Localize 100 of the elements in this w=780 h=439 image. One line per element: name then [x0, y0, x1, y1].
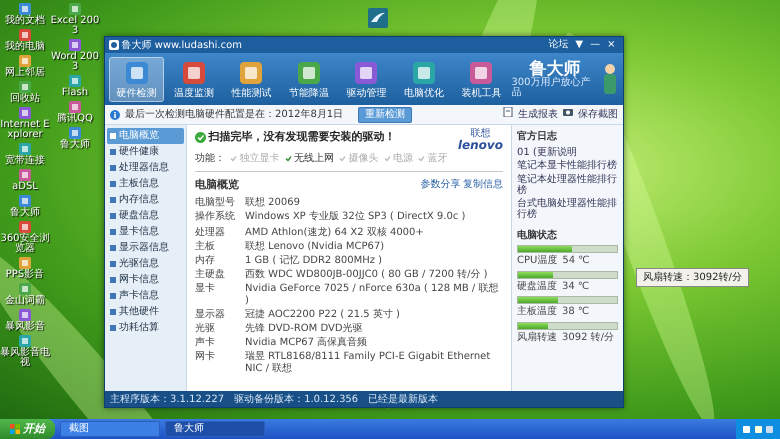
meter-reading: 38 ℃ [562, 305, 590, 319]
start-button[interactable]: 开始 [0, 419, 55, 439]
news-link[interactable]: 01 (更新说明 [517, 146, 618, 158]
feature-item: 电源 [384, 150, 413, 166]
app-icon[interactable] [68, 126, 82, 140]
feature-item: 无线上网 [284, 150, 334, 166]
icon-label[interactable]: Word 2003 [50, 52, 100, 72]
app-icon[interactable] [18, 2, 32, 16]
icon-label[interactable]: 腾讯QQ [57, 114, 93, 124]
sidebar-item[interactable]: 硬件健康 [107, 144, 184, 160]
brand-logo-text: lenovo [458, 139, 503, 151]
app-icon[interactable] [18, 106, 32, 120]
check-icon [418, 154, 425, 162]
tooltip: 风扇转速：3092转/分 [636, 268, 749, 287]
icon-label[interactable]: 回收站 [10, 94, 40, 104]
sidebar-item[interactable]: 网卡信息 [107, 272, 184, 288]
sidebar-item[interactable]: 电脑概览 [107, 128, 184, 144]
sidebar-item[interactable]: 处理器信息 [107, 160, 184, 176]
spec-label: 显示器 [195, 309, 226, 321]
app-icon[interactable] [68, 74, 82, 88]
spec-value: 西数 WDC WD800JB-00JJC0 ( 80 GB / 7200 转/分 ) [245, 269, 488, 281]
toolbar-tab[interactable]: 温度监测 [166, 58, 222, 100]
sidebar-item[interactable]: 主板信息 [107, 176, 184, 192]
icon-label[interactable]: PPS影音 [6, 270, 44, 280]
icon-label[interactable]: 360安全浏览器 [0, 234, 50, 254]
sidebar-item[interactable]: 声卡信息 [107, 288, 184, 304]
toolbar-tab[interactable]: 硬件检测 [109, 56, 164, 102]
status-text: 驱动备份版本：1.0.12.356 [234, 392, 358, 406]
toolbar-tab[interactable]: 装机工具 [454, 58, 509, 100]
toolbar-link[interactable]: 生成报表 [518, 107, 558, 122]
app-icon[interactable] [18, 28, 32, 42]
app-icon [468, 60, 494, 86]
icon-label[interactable]: 暴风影音电视 [0, 348, 50, 368]
app-icon[interactable] [18, 142, 32, 156]
icon-label[interactable]: aDSL [12, 182, 38, 192]
app-icon [296, 60, 322, 86]
app-icon [124, 60, 150, 86]
news-link[interactable]: 笔记本显卡性能排行榜 [517, 160, 618, 171]
toolbar-tab[interactable]: 节能降温 [281, 58, 336, 100]
meter-label: CPU温度 [517, 254, 558, 268]
recheck-button[interactable]: 重新检测 [358, 106, 412, 122]
toolbar-tab[interactable]: 电脑优化 [396, 58, 452, 100]
icon-label[interactable]: 网上邻居 [5, 68, 45, 78]
icon-label[interactable]: 宽带连接 [5, 156, 45, 166]
icon-label[interactable]: 我的电脑 [5, 42, 45, 52]
document-icon[interactable] [503, 107, 513, 117]
window-control-button[interactable]: — [586, 39, 604, 51]
taskbar-button[interactable]: 鲁大师 [165, 421, 265, 437]
app-icon[interactable] [68, 2, 82, 16]
feature-item: 摄像头 [339, 150, 378, 166]
meter-reading: 3092 转/分 [562, 330, 614, 344]
spec-label: 操作系统 [195, 210, 236, 222]
app-icon[interactable] [18, 194, 32, 208]
overview-link[interactable]: 参数分享 [420, 177, 460, 192]
spec-value: Nvidia MCP67 高保真音频 [245, 337, 368, 349]
app-icon[interactable] [18, 334, 32, 348]
app-icon[interactable] [68, 38, 82, 52]
app-icon [353, 60, 380, 86]
spec-value: 先锋 DVD-ROM DVD光驱 [245, 323, 363, 335]
icon-label[interactable]: Excel 2003 [50, 16, 100, 36]
check-circle-icon [195, 132, 206, 143]
sidebar-item[interactable]: 功耗估算 [107, 320, 184, 336]
tagline: 300万用户放心产品 [511, 78, 592, 98]
status-text: 已经是最新版本 [368, 392, 438, 406]
sidebar-item[interactable]: 内存信息 [107, 192, 184, 208]
icon-label[interactable]: Internet Explorer [0, 120, 50, 140]
section-title: 官方日志 [517, 129, 558, 144]
app-icon[interactable] [18, 220, 32, 234]
app-icon[interactable] [18, 80, 32, 94]
icon-label[interactable]: Flash [62, 88, 88, 98]
app-icon[interactable] [18, 256, 32, 270]
feature-item: 蓝牙 [418, 150, 448, 166]
sidebar-item[interactable]: 显示器信息 [107, 240, 184, 256]
window-control-button[interactable]: ▼ [572, 39, 587, 51]
app-icon[interactable] [18, 308, 32, 322]
app-icon[interactable] [18, 282, 32, 296]
window-control-button[interactable]: × [604, 39, 619, 51]
news-link[interactable]: 台式电脑处理器性能排行榜 [517, 198, 618, 220]
taskbar-button[interactable]: 截图 [60, 421, 160, 437]
overview-link[interactable]: 复制信息 [463, 177, 503, 192]
spec-value: 联想 Lenovo (Nvidia MCP67) [245, 241, 384, 253]
check-icon [230, 154, 237, 162]
info-text: 最后一次检测电脑硬件配置是在：2012年8月1日 [125, 108, 344, 122]
app-icon[interactable] [18, 168, 32, 182]
icon-label[interactable]: 我的文档 [5, 16, 45, 26]
toolbar-link[interactable]: 保存截图 [578, 107, 618, 122]
camera-icon[interactable] [563, 107, 573, 117]
toolbar-tab[interactable]: 驱动管理 [338, 58, 394, 100]
toolbar-tab[interactable]: 性能测试 [224, 58, 279, 100]
sidebar-item[interactable]: 显卡信息 [107, 224, 184, 240]
app-icon[interactable] [68, 100, 82, 114]
app-icon[interactable] [18, 54, 32, 68]
spec-value: Windows XP 专业版 32位 SP3 ( DirectX 9.0c ) [245, 210, 466, 222]
icon-label[interactable]: 鲁大师 [10, 208, 40, 218]
icon-label[interactable]: 鲁大师 [60, 140, 90, 150]
sidebar-item[interactable]: 光驱信息 [107, 256, 184, 272]
news-link[interactable]: 笔记本处理器性能排行榜 [517, 174, 618, 196]
sidebar-item[interactable]: 其他硬件 [107, 304, 184, 320]
window-control-button[interactable]: 论坛 [544, 39, 572, 51]
sidebar-item[interactable]: 硬盘信息 [107, 208, 184, 224]
